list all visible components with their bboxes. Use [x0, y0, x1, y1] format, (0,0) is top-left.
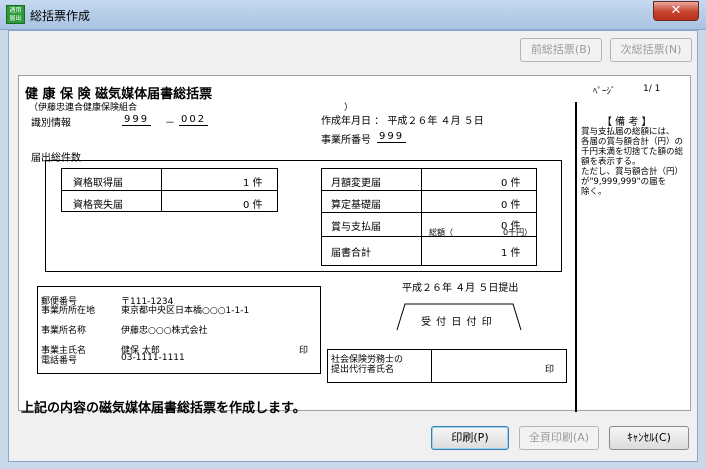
reception-stamp-label: 受 付 日 付 印 — [421, 317, 493, 328]
summary-report-panel: ﾍﾟｰｼﾞ 1/ 1 健 康 保 険 磁気媒体届書総括票 （伊藤忠連合健康保険組… — [18, 75, 691, 412]
remarks-line: 千円未満を切捨てた額の総 — [581, 147, 684, 157]
remarks-line: 賞与支払届の総額には、 — [581, 127, 675, 137]
id-label: 識別情報 — [31, 118, 71, 129]
item-value-acquisition: 1 件 — [243, 178, 263, 189]
item-label-acquisition: 資格取得届 — [73, 178, 123, 189]
phone-value: 03-1111-1111 — [121, 353, 185, 363]
remarks-text: 賞与支払届の総額には、 各届の賞与額合計（円）の 千円未満を切捨てた額の総 額を… — [581, 127, 683, 197]
remarks-divider — [575, 102, 577, 412]
remarks-line: ただし、賞与額合計（円） — [581, 167, 684, 177]
company-name-label: 事業所名称 — [41, 326, 87, 336]
remarks-line: 額を表示する。 — [581, 157, 641, 167]
phone-label: 電話番号 — [41, 356, 78, 366]
left-items-column-divider — [161, 168, 162, 212]
right-items-divider-2 — [321, 212, 537, 213]
item-label-loss: 資格喪失届 — [73, 200, 123, 211]
page-number: 1/ 1 — [643, 84, 661, 94]
address-value: 東京都中央区日本橋○○○1-1-1 — [121, 306, 250, 316]
remarks-line: 除く。 — [581, 187, 607, 197]
remarks-line: 各届の賞与額合計（円）の — [581, 137, 684, 147]
submission-date: 平成２６年 ４月 ５日提出 — [402, 283, 519, 294]
remarks-title: 【 備 考 】 — [602, 117, 652, 128]
prev-summary-button[interactable]: 前総括票(B) — [520, 38, 602, 62]
next-summary-button[interactable]: 次総括票(N) — [610, 38, 692, 62]
page-label: ﾍﾟｰｼﾞ — [593, 87, 616, 97]
close-button[interactable]: ✕ — [653, 1, 699, 21]
right-items-column-divider — [421, 168, 422, 266]
office-number-value: 999 — [377, 131, 407, 143]
id-value-1: 999 — [122, 114, 152, 126]
item-value-loss: 0 件 — [243, 200, 263, 211]
print-all-button[interactable]: 全頁印刷(A) — [519, 426, 599, 450]
item-value-monthly-change: 0 件 — [501, 178, 521, 189]
app-icon-text-top: 適用 — [9, 7, 22, 14]
bonus-total-value: 0千円） — [503, 228, 533, 237]
agent-box-divider — [431, 349, 432, 383]
union-name: （伊藤忠連合健康保険組合 — [29, 103, 138, 113]
item-label-standard: 算定基礎届 — [331, 200, 381, 211]
dialog-client-area: 前総括票(B) 次総括票(N) ﾍﾟｰｼﾞ 1/ 1 健 康 保 険 磁気媒体届… — [8, 30, 698, 462]
sum-label: 届書合計 — [331, 248, 371, 259]
agent-seal: 印 — [545, 365, 555, 375]
cancel-button[interactable]: ｷｬﾝｾﾙ(C) — [609, 426, 689, 450]
sum-value: 1 件 — [501, 248, 521, 259]
title-bar: 適用 届出 総括票作成 ✕ — [0, 0, 706, 30]
remarks-line: が"9,999,999"の届を — [581, 177, 667, 187]
owner-seal: 印 — [299, 346, 309, 356]
item-value-standard: 0 件 — [501, 200, 521, 211]
app-icon: 適用 届出 — [6, 5, 25, 24]
confirmation-message: 上記の内容の磁気媒体届書総括票を作成します。 — [21, 401, 306, 416]
app-icon-text-bottom: 届出 — [9, 15, 22, 22]
agent-label-line2: 提出代行者氏名 — [331, 365, 395, 375]
created-date: 作成年月日 ： 平成２６年 ４月 ５日 — [321, 116, 484, 127]
left-items-divider — [61, 190, 278, 191]
window-title: 総括票作成 — [30, 9, 91, 23]
item-label-bonus: 賞与支払届 — [331, 222, 381, 233]
print-button[interactable]: 印刷(P) — [431, 426, 509, 450]
item-label-monthly-change: 月額変更届 — [331, 178, 381, 189]
right-items-divider-1 — [321, 190, 537, 191]
id-dash: － — [165, 118, 175, 129]
office-number-label: 事業所番号 — [321, 135, 371, 146]
bonus-total-label: 総額（ — [429, 228, 453, 237]
address-label: 事業所所在地 — [41, 306, 96, 316]
id-value-2: 002 — [179, 114, 209, 126]
company-name-value: 伊藤忠○○○株式会社 — [121, 326, 208, 336]
